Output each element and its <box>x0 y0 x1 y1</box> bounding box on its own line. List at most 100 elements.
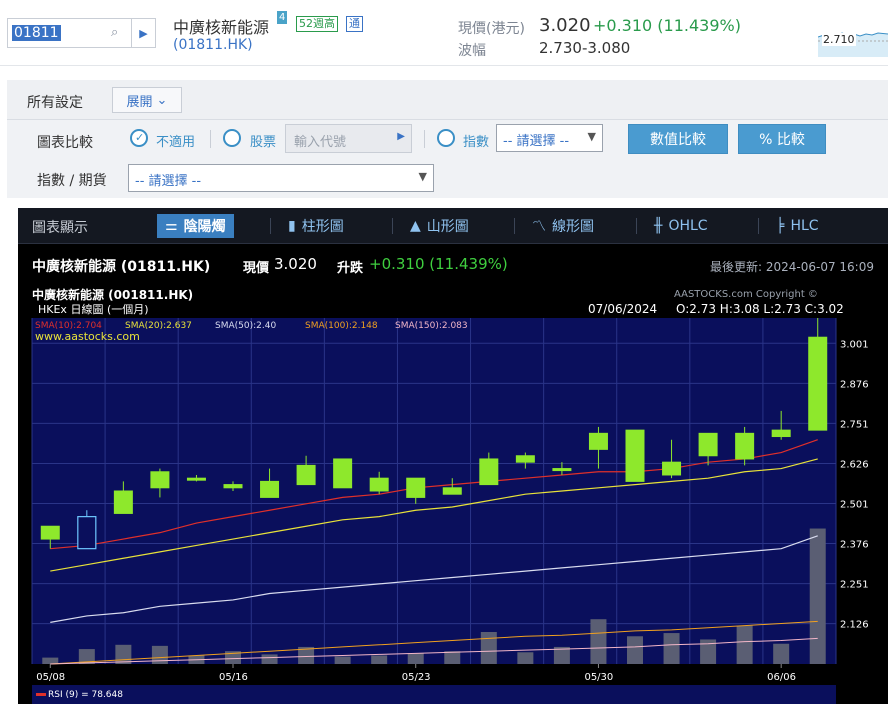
divider <box>270 218 271 234</box>
chevron-down-icon: ⌄ <box>156 92 168 108</box>
candle-body <box>296 464 316 486</box>
volume-bar <box>334 656 351 664</box>
tab-bar[interactable]: ▮ 柱形圖 <box>280 214 352 238</box>
candle-body <box>625 429 645 482</box>
candle-body <box>552 468 572 472</box>
value-compare-button[interactable]: 數值比較 <box>628 124 728 154</box>
volume-bar <box>773 643 790 664</box>
compare-label: 圖表比較 <box>37 135 93 151</box>
tab-line[interactable]: 〽 線形圖 <box>524 214 602 238</box>
chart-date-readout: 07/06/2024 <box>588 302 657 316</box>
x-tick-label: 05/16 <box>219 672 248 683</box>
candle-body <box>515 455 535 463</box>
mountain-chart-icon: ▲ <box>410 218 421 234</box>
tab-hlc-label: HLC <box>790 218 819 234</box>
candle-body <box>113 490 133 514</box>
expand-button[interactable]: 展開 ⌄ <box>112 87 182 113</box>
rsi-legend-swatch <box>36 693 46 696</box>
volume-bar <box>115 644 132 664</box>
tab-line-label: 線形圖 <box>552 219 594 235</box>
search-icon[interactable]: ⌕ <box>111 25 118 40</box>
volume-bar <box>627 636 643 664</box>
index-futures-select-value: -- 請選擇 -- <box>135 174 202 189</box>
hlc-icon: ╞ <box>776 218 785 234</box>
bar-chart-icon: ▮ <box>288 218 296 234</box>
chevron-down-icon: ▼ <box>418 170 427 183</box>
option-stock[interactable]: 股票 <box>250 131 276 150</box>
divider <box>636 218 637 234</box>
volume-bar <box>517 652 534 664</box>
chevron-down-icon: ▼ <box>587 130 596 143</box>
chart-subtitle: HKEx 日線圖 (一個月) <box>38 302 149 316</box>
divider <box>392 218 393 234</box>
radio-index[interactable] <box>437 129 455 147</box>
tab-bar-label: 柱形圖 <box>301 219 344 235</box>
price-value: 3.020 <box>539 15 591 36</box>
candle-body <box>442 487 462 495</box>
stock-code-input[interactable]: 01811 <box>12 25 61 41</box>
chart-title: 中廣核新能源 (001811.HK) <box>32 287 193 302</box>
price-change: +0.310 (11.439%) <box>593 16 741 35</box>
stock-code-search[interactable]: 01811 ⌕ ▶ <box>7 18 156 48</box>
y-tick-label: 2.126 <box>840 620 869 631</box>
candle-body <box>260 480 280 498</box>
candle-body <box>333 458 353 489</box>
chart-panel: 圖表顯示 ⚌ 陰陽燭 ▮ 柱形圖 ▲ 山形圖 〽 線形圖 ╫ OHLC ╞ HL… <box>18 208 888 704</box>
settings-title: 所有設定 <box>27 95 83 111</box>
index-futures-select[interactable]: -- 請選擇 -- ▼ <box>128 164 434 192</box>
tab-ohlc[interactable]: ╫ OHLC <box>646 214 716 238</box>
last-update: 最後更新: 2024-06-07 16:09 <box>710 260 874 274</box>
divider <box>210 130 211 148</box>
candle-body <box>479 458 499 486</box>
watermark: www.aastocks.com <box>35 330 140 343</box>
y-tick-label: 2.626 <box>840 459 869 470</box>
plot-area <box>32 318 836 664</box>
x-tick-label: 05/23 <box>402 672 431 683</box>
line-chart-icon: 〽 <box>532 219 546 235</box>
tab-ohlc-label: OHLC <box>668 218 708 234</box>
volume-bar <box>444 651 461 664</box>
chart-price-value: 3.020 <box>274 255 317 273</box>
divider <box>514 218 515 234</box>
compare-code-input[interactable]: 輸入代號 ▶ <box>285 124 412 153</box>
volume-bar <box>261 654 278 664</box>
go-arrow-icon[interactable]: ▶ <box>397 131 405 142</box>
go-arrow-icon[interactable]: ▶ <box>131 19 155 47</box>
index-compare-select[interactable]: -- 請選擇 -- ▼ <box>496 124 603 152</box>
candlestick-icon: ⚌ <box>165 218 178 234</box>
chart-info-row: 中廣核新能源 (01811.HK) 現價 3.020 升跌 +0.310 (11… <box>18 252 888 278</box>
stock-code: (01811.HK) <box>173 37 253 53</box>
radio-not-applicable[interactable]: ✓ <box>130 129 148 147</box>
volume-bar <box>590 619 607 664</box>
candle-body <box>40 525 60 540</box>
tab-mountain[interactable]: ▲ 山形圖 <box>402 214 477 238</box>
x-tick-label: 06/06 <box>767 672 796 683</box>
candle-body <box>186 477 206 481</box>
option-index[interactable]: 指數 <box>463 131 489 150</box>
divider <box>424 130 425 148</box>
sma50-label: SMA(50):2.40 <box>215 321 276 331</box>
compare-code-placeholder: 輸入代號 <box>294 135 347 150</box>
y-tick-label: 2.376 <box>840 540 869 551</box>
volume-bar <box>809 528 826 664</box>
chart-type-tabs: 圖表顯示 ⚌ 陰陽燭 ▮ 柱形圖 ▲ 山形圖 〽 線形圖 ╫ OHLC ╞ HL… <box>18 208 888 244</box>
52-week-high-badge: 52週高 <box>296 16 338 32</box>
range-label: 波幅 <box>458 43 486 59</box>
tab-candlestick[interactable]: ⚌ 陰陽燭 <box>157 214 234 238</box>
chart-copyright: AASTOCKS.com Copyright © <box>674 289 818 300</box>
volume-bar <box>663 633 680 664</box>
range-value: 2.730-3.080 <box>539 39 631 57</box>
tab-hlc[interactable]: ╞ HLC <box>768 214 827 238</box>
option-not-applicable[interactable]: 不適用 <box>156 131 195 150</box>
radio-stock[interactable] <box>223 129 241 147</box>
candlestick-chart[interactable]: 中廣核新能源 (001811.HK)HKEx 日線圖 (一個月) AASTOCKS… <box>18 284 888 704</box>
percent-compare-button[interactable]: % 比較 <box>738 124 826 154</box>
tab-candlestick-label: 陰陽燭 <box>183 219 226 235</box>
chart-price-label: 現價 <box>243 261 270 276</box>
volume-bar <box>736 625 753 664</box>
rsi-panel <box>32 685 836 704</box>
candle-body <box>406 477 426 498</box>
tab-mountain-label: 山形圖 <box>426 219 469 235</box>
settings-header: 所有設定 展開 ⌄ <box>7 80 888 120</box>
sma150-label: SMA(150):2.083 <box>395 321 468 331</box>
